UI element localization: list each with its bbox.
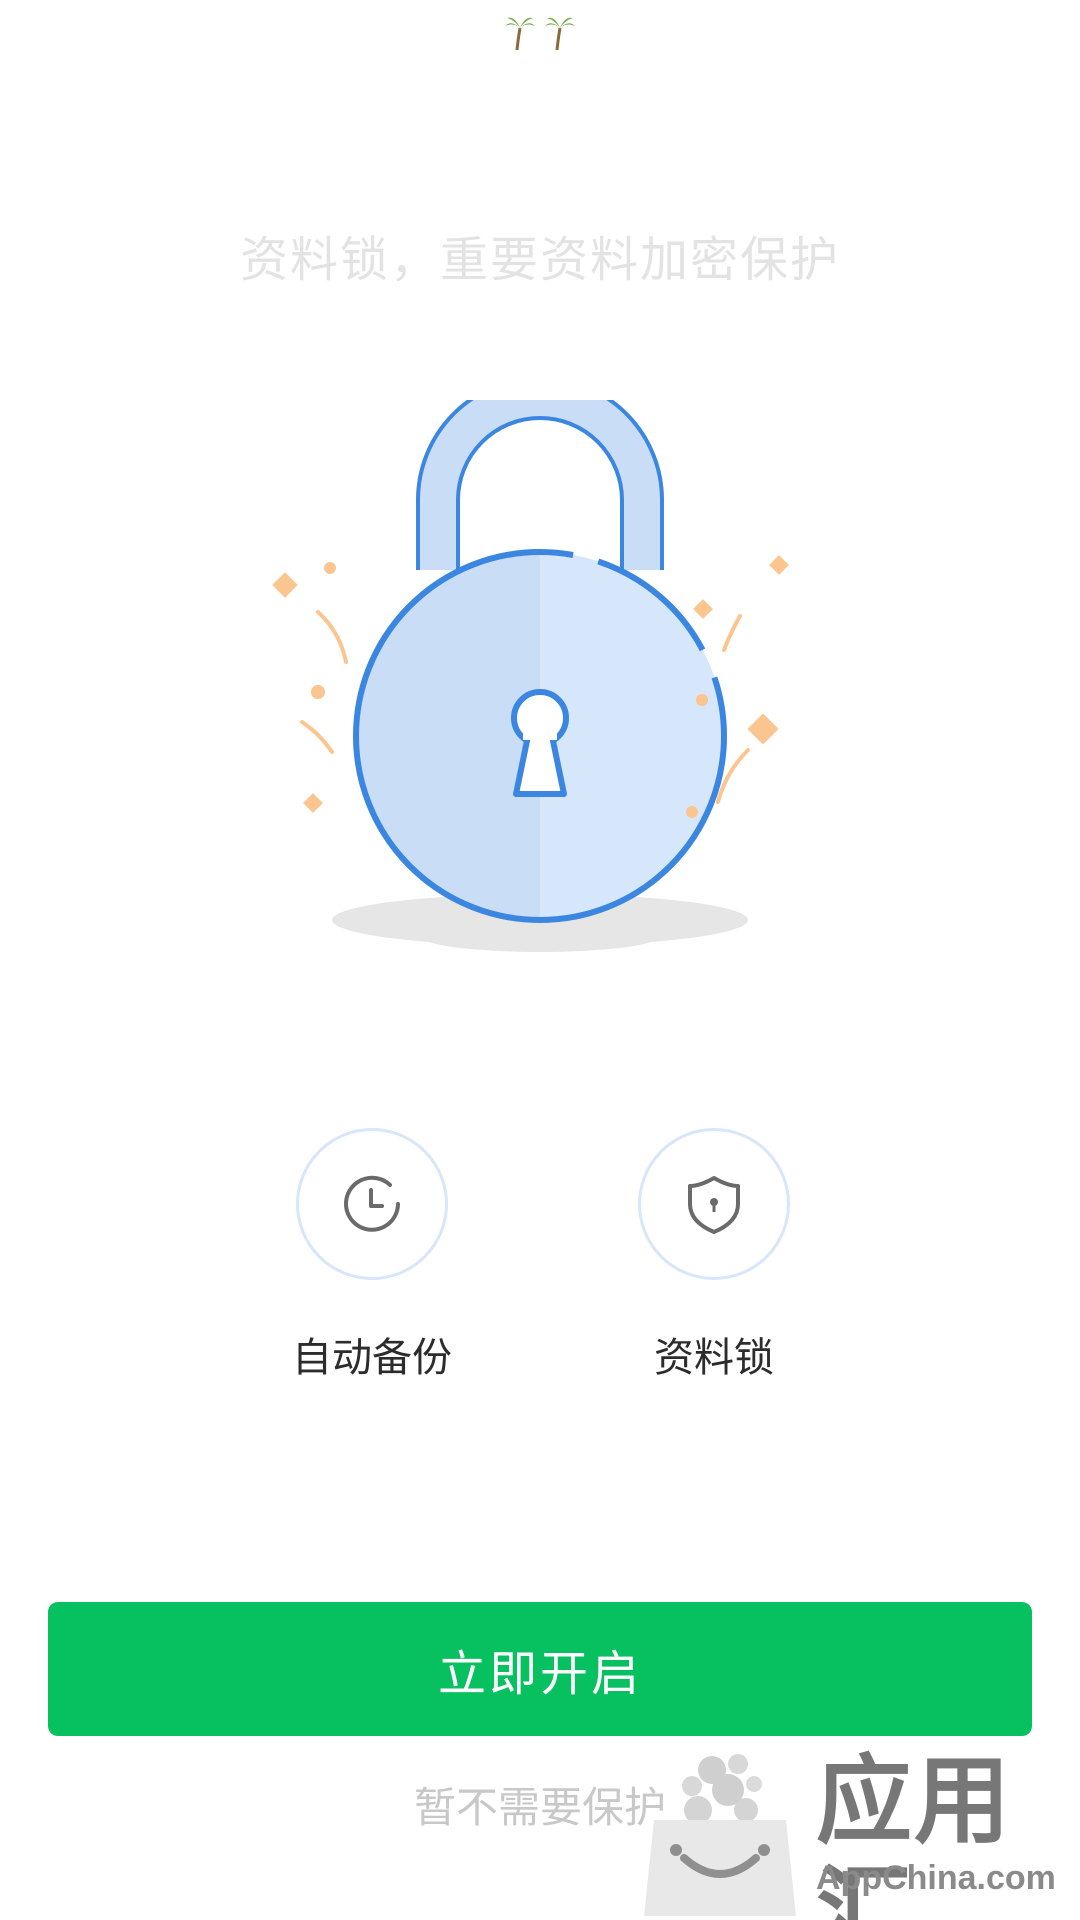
feature-data-lock[interactable]: 资料锁 [614, 1128, 814, 1386]
padlock-illustration [272, 400, 789, 952]
onboarding-screen: 资料锁，重要资料加密保护 自动备份 资料锁 立即开启 暂不需要保护 应用汇 Ap… [0, 0, 1080, 1920]
feature-icon-circle [296, 1128, 448, 1280]
enable-now-button[interactable]: 立即开启 [48, 1602, 1032, 1736]
appchina-watermark: 应用汇 AppChina.com [636, 1740, 1076, 1920]
status-bar-emoji [0, 8, 1080, 52]
watermark-brand-en: AppChina.com [816, 1859, 1056, 1897]
feature-label: 资料锁 [654, 1335, 774, 1381]
feature-auto-backup[interactable]: 自动备份 [272, 1128, 472, 1386]
feature-icon-circle [638, 1128, 790, 1280]
page-headline: 资料锁，重要资料加密保护 [239, 232, 840, 288]
clock-icon [344, 1175, 400, 1232]
palm-tree-icon [505, 17, 535, 50]
feature-label: 自动备份 [292, 1335, 452, 1381]
palm-tree-icon [545, 17, 575, 50]
shopping-bag-logo-icon [644, 1754, 796, 1916]
shield-lock-icon [688, 1176, 740, 1234]
